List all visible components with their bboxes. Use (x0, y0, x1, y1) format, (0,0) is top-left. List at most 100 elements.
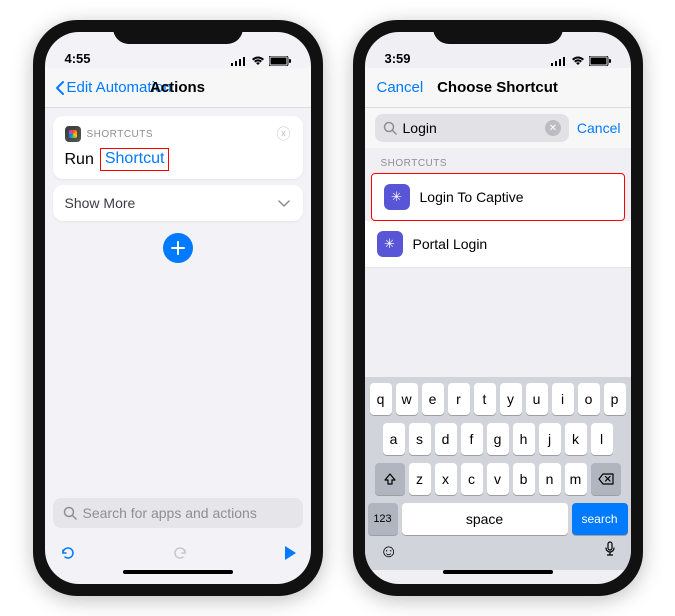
wifi-icon (251, 56, 265, 66)
key-k[interactable]: k (565, 423, 587, 455)
backspace-icon (598, 473, 614, 485)
key-u[interactable]: u (526, 383, 548, 415)
key-w[interactable]: w (396, 383, 418, 415)
status-time: 3:59 (385, 51, 411, 66)
battery-icon (589, 56, 611, 66)
status-icons (231, 56, 291, 66)
mic-icon (604, 541, 616, 557)
status-icons (551, 56, 611, 66)
keyboard-row-3: z x c v b n m (368, 463, 628, 495)
keyboard: q w e r t y u i o p a s d f g h j k l (365, 377, 631, 570)
add-action-button[interactable] (163, 233, 193, 263)
key-x[interactable]: x (435, 463, 457, 495)
key-q[interactable]: q (370, 383, 392, 415)
spacer (365, 268, 631, 377)
list-item[interactable]: ✳︎ Portal Login (365, 221, 631, 268)
key-b[interactable]: b (513, 463, 535, 495)
list-item-label: Login To Captive (420, 189, 524, 205)
chevron-down-icon (277, 198, 291, 208)
action-card: SHORTCUTS ⓧ Run Shortcut (53, 116, 303, 179)
card-body: Run Shortcut (65, 148, 291, 171)
phone-left: 4:55 Edit Automation Actions SHORTCUTS ⓧ… (33, 20, 323, 596)
key-g[interactable]: g (487, 423, 509, 455)
show-more-button[interactable]: Show More (53, 185, 303, 221)
section-label: SHORTCUTS (365, 148, 631, 173)
run-text: Run (65, 151, 94, 169)
key-n[interactable]: n (539, 463, 561, 495)
battery-icon (269, 56, 291, 66)
keyboard-row-4: 123 space search (368, 503, 628, 535)
key-z[interactable]: z (409, 463, 431, 495)
nav-title: Choose Shortcut (437, 79, 558, 96)
home-indicator (45, 570, 311, 584)
dictation-key[interactable] (604, 541, 616, 562)
key-y[interactable]: y (500, 383, 522, 415)
spacer (45, 263, 311, 498)
plus-icon (171, 241, 185, 255)
key-backspace[interactable] (591, 463, 621, 495)
key-space[interactable]: space (402, 503, 568, 535)
wifi-icon (571, 56, 585, 66)
home-indicator (365, 570, 631, 584)
card-label: SHORTCUTS (87, 129, 154, 140)
shortcut-item-icon: ✳︎ (384, 184, 410, 210)
search-input[interactable]: Login ✕ (375, 114, 569, 142)
phone-right: 3:59 Cancel Choose Shortcut Login ✕ Canc… (353, 20, 643, 596)
search-cancel-button[interactable]: Cancel (577, 120, 621, 136)
keyboard-row-5: ☺ (368, 541, 628, 564)
key-e[interactable]: e (422, 383, 444, 415)
cancel-button[interactable]: Cancel (377, 79, 424, 96)
undo-icon[interactable] (59, 544, 77, 562)
screen-right: 3:59 Cancel Choose Shortcut Login ✕ Canc… (365, 32, 631, 584)
keyboard-row-1: q w e r t y u i o p (368, 383, 628, 415)
signal-icon (551, 56, 567, 66)
play-icon[interactable] (283, 545, 297, 561)
emoji-key[interactable]: ☺ (380, 541, 398, 562)
key-l[interactable]: l (591, 423, 613, 455)
key-numbers[interactable]: 123 (368, 503, 398, 535)
screen-left: 4:55 Edit Automation Actions SHORTCUTS ⓧ… (45, 32, 311, 584)
clear-search-icon[interactable]: ✕ (545, 120, 561, 136)
key-c[interactable]: c (461, 463, 483, 495)
key-i[interactable]: i (552, 383, 574, 415)
key-o[interactable]: o (578, 383, 600, 415)
key-s[interactable]: s (409, 423, 431, 455)
status-time: 4:55 (65, 51, 91, 66)
key-f[interactable]: f (461, 423, 483, 455)
nav-bar: Cancel Choose Shortcut (365, 68, 631, 108)
key-j[interactable]: j (539, 423, 561, 455)
key-p[interactable]: p (604, 383, 626, 415)
toolbar (45, 536, 311, 570)
key-m[interactable]: m (565, 463, 587, 495)
key-h[interactable]: h (513, 423, 535, 455)
shift-icon (383, 472, 397, 486)
remove-action-icon[interactable]: ⓧ (277, 124, 291, 144)
status-bar: 3:59 (365, 32, 631, 68)
key-a[interactable]: a (383, 423, 405, 455)
status-bar: 4:55 (45, 32, 311, 68)
key-r[interactable]: r (448, 383, 470, 415)
shortcut-item-icon: ✳︎ (377, 231, 403, 257)
key-shift[interactable] (375, 463, 405, 495)
signal-icon (231, 56, 247, 66)
nav-title: Actions (150, 79, 205, 96)
key-d[interactable]: d (435, 423, 457, 455)
key-v[interactable]: v (487, 463, 509, 495)
card-header: SHORTCUTS ⓧ (65, 124, 291, 144)
search-input[interactable]: Search for apps and actions (53, 498, 303, 528)
search-placeholder: Search for apps and actions (83, 505, 257, 521)
list-item-label: Portal Login (413, 236, 488, 252)
search-row: Login ✕ Cancel (365, 108, 631, 148)
search-value: Login (403, 120, 437, 136)
key-t[interactable]: t (474, 383, 496, 415)
list-item[interactable]: ✳︎ Login To Captive (371, 173, 625, 221)
keyboard-row-2: a s d f g h j k l (368, 423, 628, 455)
shortcut-token[interactable]: Shortcut (100, 148, 170, 171)
redo-icon[interactable] (171, 544, 189, 562)
show-more-label: Show More (65, 195, 136, 211)
search-icon (63, 506, 77, 520)
search-icon (383, 121, 397, 135)
key-search[interactable]: search (572, 503, 628, 535)
nav-bar: Edit Automation Actions (45, 68, 311, 108)
chevron-left-icon (55, 80, 65, 96)
